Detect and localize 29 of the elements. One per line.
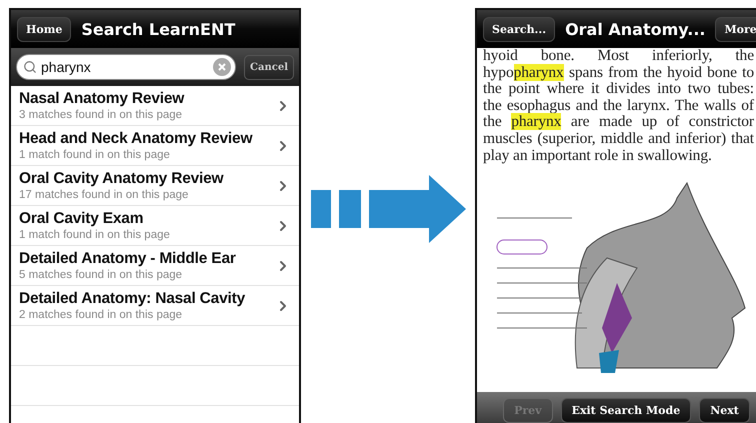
search-icon: [23, 60, 37, 74]
search-result-row[interactable]: Oral Cavity Anatomy Review 17 matches found in on this page: [11, 166, 299, 206]
screen-title: Oral Anatomy...: [565, 20, 706, 38]
search-result-row[interactable]: Head and Neck Anatomy Review 1 match found in on this page: [11, 126, 299, 166]
result-title: Oral Cavity Exam: [19, 210, 144, 228]
result-title: Detailed Anatomy: Nasal Cavity: [19, 290, 246, 308]
screen-title: Search LearnENT: [81, 20, 236, 38]
result-title: Oral Cavity Anatomy Review: [19, 170, 224, 188]
search-result-row[interactable]: Nasal Anatomy Review 3 matches found in on this page: [11, 86, 299, 126]
result-match-count: 2 matches found in on this page: [19, 309, 184, 321]
search-field[interactable]: pharynx: [16, 54, 236, 80]
more-button[interactable]: More: [715, 16, 756, 42]
result-match-count: 1 match found in on this page: [19, 229, 171, 241]
search-result-row[interactable]: Detailed Anatomy - Middle Ear 5 matches found in on this page: [11, 246, 299, 286]
result-match-count: 1 match found in on this page: [19, 149, 171, 161]
back-button[interactable]: Search...: [483, 16, 556, 42]
result-match-count: 5 matches found in on this page: [19, 269, 184, 281]
clear-icon[interactable]: [213, 58, 232, 76]
search-result-row[interactable]: Detailed Anatomy: Nasal Cavity 2 matches found in on this page: [11, 286, 299, 326]
result-title: Nasal Anatomy Review: [19, 90, 186, 108]
result-match-count: 3 matches found in on this page: [19, 109, 184, 121]
toolbar-button[interactable]: Next: [699, 398, 750, 423]
search-result-row[interactable]: Oral Cavity Exam 1 match found in on this page: [11, 206, 299, 246]
toolbar-button[interactable]: Exit Search Mode: [560, 398, 692, 423]
result-match-count: 17 matches found in on this page: [19, 189, 190, 201]
result-title: Head and Neck Anatomy Review: [19, 130, 254, 148]
result-title: Detailed Anatomy - Middle Ear: [19, 250, 237, 268]
cancel-button[interactable]: Cancel: [244, 54, 294, 80]
home-button[interactable]: Home: [17, 16, 72, 42]
